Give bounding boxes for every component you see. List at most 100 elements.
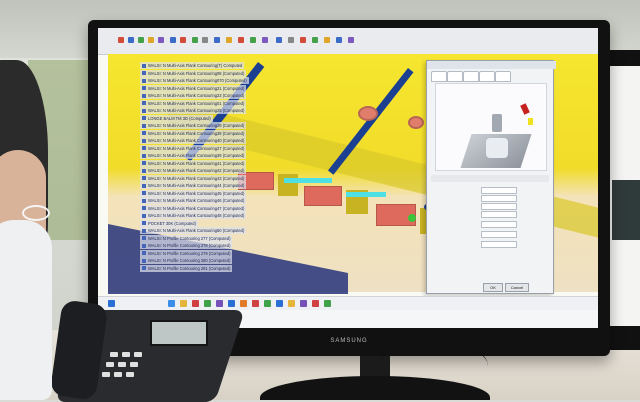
start-icon[interactable] bbox=[108, 300, 115, 307]
parameter-field[interactable] bbox=[481, 195, 517, 202]
dialog-tab[interactable] bbox=[495, 71, 511, 82]
monitor-screen: WALSI: N Multi-Axis Flank Contouring(T) … bbox=[98, 28, 598, 328]
toolbar-icon[interactable] bbox=[238, 37, 244, 43]
tree-item[interactable]: WALSI: N Multi-Axis Flank Contouring38 (… bbox=[140, 129, 247, 137]
taskbar-app-icon[interactable] bbox=[276, 300, 283, 307]
tree-item[interactable]: WALSI: N Profile Contouring 278 (Compute… bbox=[140, 242, 233, 249]
preview-pocket-icon bbox=[486, 138, 508, 158]
parameter-field[interactable] bbox=[481, 221, 517, 228]
taskbar-app-icon[interactable] bbox=[312, 300, 319, 307]
dialog-tab[interactable] bbox=[479, 71, 495, 82]
part-hole bbox=[358, 106, 378, 121]
parameter-field[interactable] bbox=[481, 187, 517, 194]
toolbar-icon[interactable] bbox=[226, 37, 232, 43]
taskbar-app-icon[interactable] bbox=[240, 300, 247, 307]
dialog-tab[interactable] bbox=[447, 71, 463, 82]
toolbar-icon[interactable] bbox=[312, 37, 318, 43]
tree-item[interactable]: WALSI: N Profile Contouring 281 (Compute… bbox=[140, 264, 233, 272]
taskbar-app-icon[interactable] bbox=[288, 300, 295, 307]
operation-dialog: OK Cancel bbox=[426, 60, 556, 294]
toolbar-icon[interactable] bbox=[250, 37, 256, 43]
parameter-tabs[interactable] bbox=[431, 175, 549, 182]
taskbar-app-icon[interactable] bbox=[216, 300, 223, 307]
parameter-field[interactable] bbox=[481, 241, 517, 248]
tree-item[interactable]: WALSI: N Multi-Axis Flank Contouring50 (… bbox=[140, 227, 247, 234]
dialog-cancel-button[interactable]: Cancel bbox=[505, 283, 529, 292]
taskbar-app-icon[interactable] bbox=[192, 300, 199, 307]
taskbar-app-icon[interactable] bbox=[168, 300, 175, 307]
toolpath-highlight bbox=[284, 178, 332, 183]
tree-item[interactable]: WALSI: N Multi-Axis Flank Contouring48 (… bbox=[140, 212, 247, 219]
secondary-monitor-cad-view bbox=[612, 180, 640, 240]
tree-item[interactable]: WALSI: N Multi-Axis Flank Contouring23 (… bbox=[140, 92, 247, 99]
preview-tool-icon bbox=[492, 114, 502, 132]
tree-item[interactable]: WALSI: N Multi-Axis Flank Contouring42 (… bbox=[140, 167, 247, 174]
toolbar-icon[interactable] bbox=[118, 37, 124, 43]
preview-red-tool-icon bbox=[520, 103, 530, 115]
dialog-ok-button[interactable]: OK bbox=[483, 283, 503, 292]
tree-item[interactable]: WALSI: N Multi-Axis Flank Contouring01 (… bbox=[140, 99, 247, 107]
tree-item[interactable]: WALSI: N Profile Contouring 280 (Compute… bbox=[140, 257, 233, 264]
tree-item[interactable]: WALSI: N Multi-Axis Flank Contouring47 (… bbox=[140, 204, 247, 212]
toolbar-icon[interactable] bbox=[148, 37, 154, 43]
tree-item[interactable]: WALSI: N Multi-Axis Flank Contouring25 (… bbox=[140, 107, 247, 114]
tree-item[interactable]: WALSI: N Multi-Axis Flank Contouring40 (… bbox=[140, 137, 247, 144]
taskbar-app-icon[interactable] bbox=[300, 300, 307, 307]
tree-item[interactable]: WALSI: N Multi-Axis Flank Contouring28 (… bbox=[140, 122, 247, 129]
toolbar-icon[interactable] bbox=[214, 37, 220, 43]
taskbar-app-icon[interactable] bbox=[228, 300, 235, 307]
phone-display bbox=[150, 320, 208, 346]
mask-strap bbox=[22, 205, 50, 221]
tree-item[interactable]: WALSI: N Multi-Axis Flank Contouring44 (… bbox=[140, 182, 247, 189]
tree-item[interactable]: POCKET 30K (Computed) bbox=[140, 219, 198, 227]
tree-item[interactable]: WALSI: N Profile Contouring 277 (Compute… bbox=[140, 234, 233, 242]
parameter-row bbox=[433, 221, 547, 228]
tree-item[interactable]: WALSI: N Multi-Axis Flank Contouring46 (… bbox=[140, 197, 247, 204]
parameter-field[interactable] bbox=[481, 203, 517, 210]
tree-item[interactable]: WALSI: N Multi-Axis Flank Contouring08 (… bbox=[140, 69, 247, 77]
taskbar-app-icon[interactable] bbox=[324, 300, 331, 307]
parameter-row bbox=[433, 187, 547, 194]
tree-item[interactable]: WALSI: N Multi-Axis Flank Contouring45 (… bbox=[140, 189, 247, 197]
toolbar-icon[interactable] bbox=[202, 37, 208, 43]
toolbar-icon[interactable] bbox=[348, 37, 354, 43]
toolbar-icon[interactable] bbox=[192, 37, 198, 43]
dialog-tab[interactable] bbox=[463, 71, 479, 82]
tree-item[interactable]: WALSI: N Multi-Axis Flank Contouring41 (… bbox=[140, 159, 247, 167]
dialog-tab[interactable] bbox=[431, 71, 447, 82]
parameter-field[interactable] bbox=[481, 211, 517, 218]
taskbar-app-icon[interactable] bbox=[204, 300, 211, 307]
taskbar-app-icon[interactable] bbox=[252, 300, 259, 307]
parameter-row bbox=[433, 241, 547, 248]
os-taskbar bbox=[98, 296, 598, 311]
part-pocket bbox=[304, 186, 342, 206]
tree-item[interactable]: WALSI: N Multi-Axis Flank Contouring21 (… bbox=[140, 84, 247, 92]
tree-item[interactable]: WALSI: N Profile Contouring 279 (Compute… bbox=[140, 249, 233, 257]
phone-key bbox=[122, 352, 130, 357]
toolbar-icon[interactable] bbox=[276, 37, 282, 43]
tree-item[interactable]: WALSI: N Multi-Axis Flank Contouring43 (… bbox=[140, 174, 247, 182]
tree-item[interactable]: WALSI: N Multi-Axis Flank Contouring(T) … bbox=[140, 62, 245, 69]
parameter-field[interactable] bbox=[481, 231, 517, 238]
face-mask bbox=[0, 220, 52, 400]
tree-item[interactable]: WALSI: N Multi-Axis Flank Contouring39 (… bbox=[140, 152, 247, 159]
tree-item[interactable]: WALSI: N Multi-Axis Flank Contouring070 … bbox=[140, 77, 249, 84]
taskbar-app-icon[interactable] bbox=[264, 300, 271, 307]
toolbar-icon[interactable] bbox=[288, 37, 294, 43]
tree-item[interactable]: LONGE BALM TM 3D (Computed) bbox=[140, 114, 213, 122]
taskbar-app-icon[interactable] bbox=[180, 300, 187, 307]
tree-item[interactable]: WALSI: N Multi-Axis Flank Contouring27 (… bbox=[140, 144, 247, 152]
toolbar-icon[interactable] bbox=[300, 37, 306, 43]
toolbar-icon[interactable] bbox=[138, 37, 144, 43]
toolbar-icon[interactable] bbox=[158, 37, 164, 43]
toolbar-icon[interactable] bbox=[180, 37, 186, 43]
phone-key bbox=[102, 372, 110, 377]
toolbar-icon[interactable] bbox=[336, 37, 342, 43]
toolbar-icon[interactable] bbox=[262, 37, 268, 43]
parameter-row bbox=[433, 195, 547, 202]
toolbar-icon[interactable] bbox=[128, 37, 134, 43]
toolbar-icon[interactable] bbox=[324, 37, 330, 43]
desk-cable bbox=[378, 340, 488, 392]
preview-yellow-marker-icon bbox=[528, 118, 533, 125]
toolbar-icon[interactable] bbox=[170, 37, 176, 43]
